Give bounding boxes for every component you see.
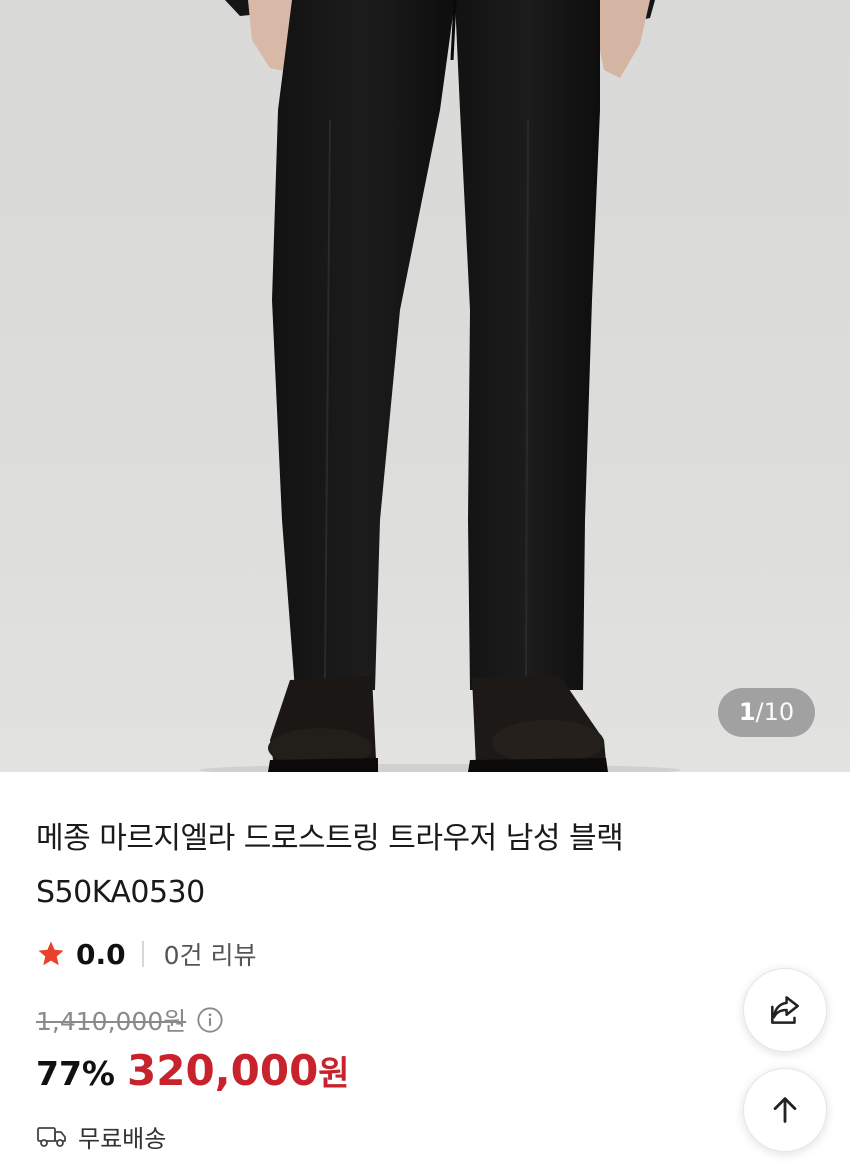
original-price: 1,410,000원 xyxy=(36,1007,187,1036)
info-icon[interactable] xyxy=(196,1006,224,1034)
image-counter: 1/10 xyxy=(718,688,815,737)
product-title: 메종 마르지엘라 드로스트링 트라우저 남성 블랙 S50KA0530 xyxy=(36,821,624,910)
rating-row[interactable]: 0.0 0건 리뷰 xyxy=(36,934,256,974)
shipping-label: 무료배송 xyxy=(78,1124,167,1153)
product-image[interactable]: 1/10 xyxy=(0,0,850,772)
share-icon xyxy=(771,996,799,1024)
original-price-row: 1,410,000원 xyxy=(36,1000,224,1040)
image-counter-separator: / xyxy=(755,698,764,726)
discount-rate: 77% xyxy=(36,1054,115,1093)
rating-divider xyxy=(141,941,144,967)
scroll-to-top-button[interactable] xyxy=(743,1068,827,1152)
star-icon xyxy=(38,941,64,966)
review-count[interactable]: 0건 리뷰 xyxy=(164,936,257,972)
arrow-up-icon xyxy=(773,1097,797,1123)
sale-price-currency: 원 xyxy=(318,1054,350,1094)
share-button[interactable] xyxy=(743,968,827,1052)
sale-price: 320,000 xyxy=(127,1046,319,1095)
rating-score: 0.0 xyxy=(76,937,126,971)
sale-price-row: 77% 320,000 원 xyxy=(36,1046,350,1102)
image-counter-current: 1 xyxy=(738,698,756,726)
truck-icon xyxy=(37,1127,66,1147)
shipping-info: 무료배송 xyxy=(36,1116,166,1156)
trousers-photo xyxy=(200,0,680,772)
image-counter-total: 10 xyxy=(763,698,795,726)
